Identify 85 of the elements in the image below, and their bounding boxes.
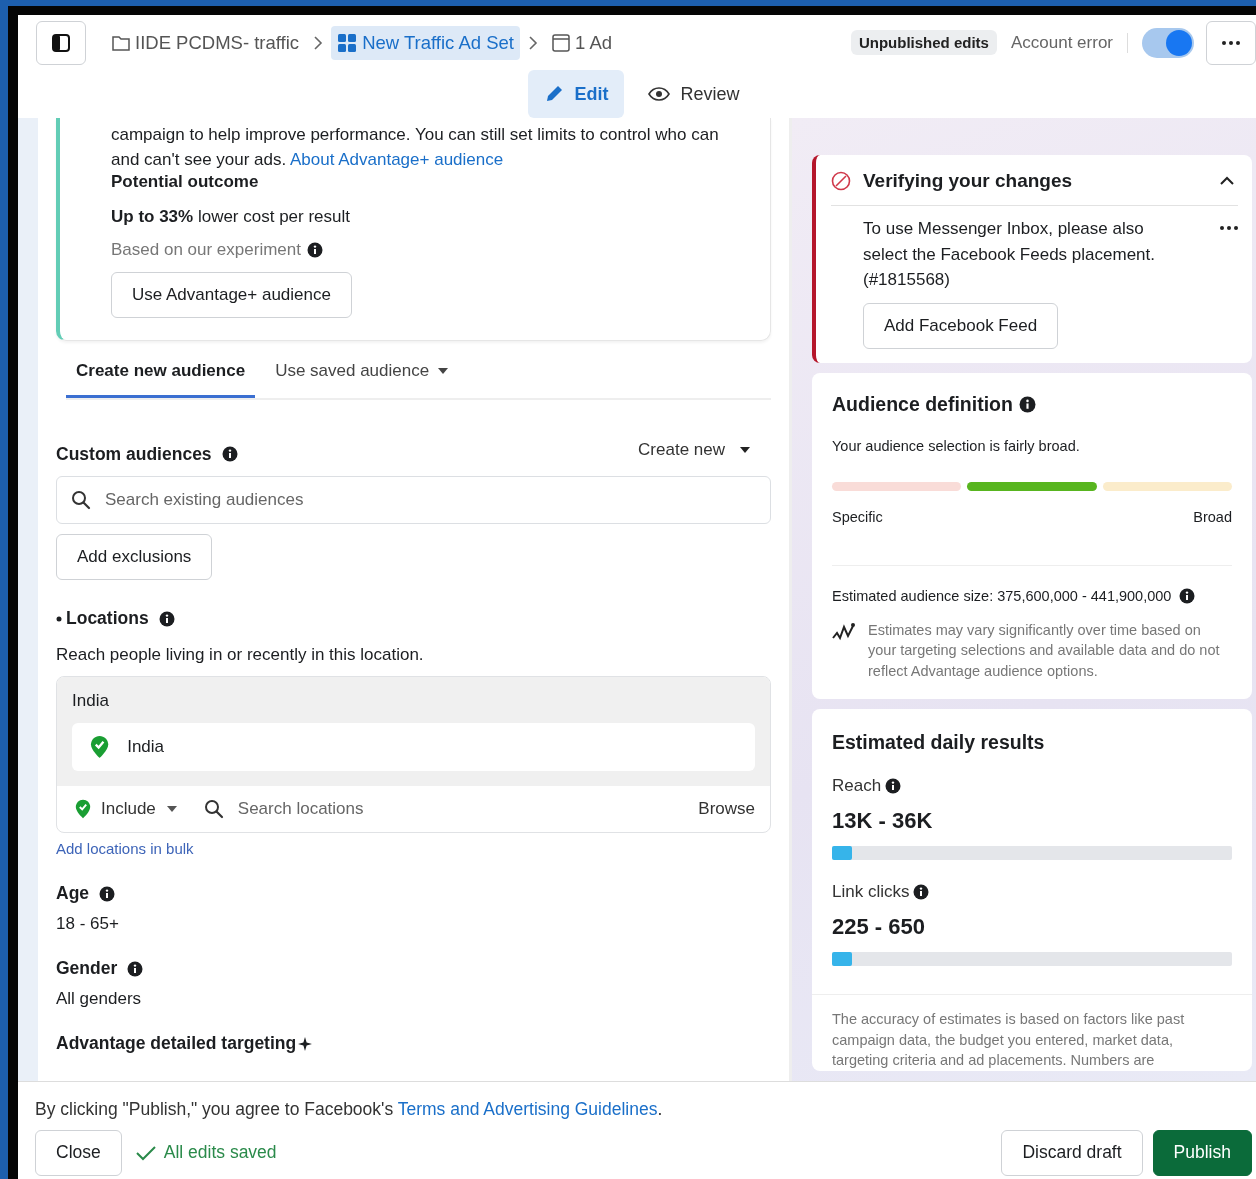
experiment-note: Based on our experiment [111, 240, 301, 260]
info-icon [99, 885, 116, 902]
mode-tab[interactable]: Edit [528, 70, 625, 118]
info-icon [127, 960, 144, 977]
error-icon [831, 170, 851, 191]
add-feed-button[interactable]: Add Facebook Feed [863, 302, 1059, 349]
toggle-switch[interactable] [1142, 27, 1194, 58]
chevron-right-icon [313, 35, 324, 50]
breadcrumb-link[interactable]: IIDE PCDMS- traffic [106, 25, 306, 60]
publish-button[interactable]: Publish [1152, 1129, 1252, 1176]
section-title: Gender [56, 958, 118, 979]
section-title: Custom audiences [56, 443, 212, 465]
bulk-locations-link[interactable]: Add locations in bulk [56, 840, 194, 857]
ad-frame-icon [551, 33, 570, 52]
sidebar-panel-icon [51, 32, 71, 53]
terms-link[interactable]: Terms and Advertising Guidelines [397, 1098, 658, 1119]
caret-icon [165, 805, 178, 813]
meter-label: Specific [832, 508, 883, 525]
audience-tab[interactable]: Create new audience [66, 349, 256, 398]
info-icon [1018, 395, 1036, 413]
chevron-right-icon [527, 35, 538, 50]
info-icon [221, 446, 238, 462]
locations-description: Reach people living in or recently in this location. [56, 645, 425, 665]
about-link[interactable]: About Advantage+ audience [290, 150, 504, 169]
agreement-text: By clicking "Publish," you agree to Facebook's Terms and Advertising Guidelines. [35, 1098, 664, 1120]
age-value: 18 - 65+ [56, 914, 120, 934]
discard-draft-button[interactable]: Discard draft [1001, 1129, 1143, 1176]
info-icon [1179, 587, 1196, 604]
status-badge: Unpublished edits [850, 30, 997, 55]
location-item[interactable]: India [72, 723, 755, 771]
grid-icon [337, 32, 358, 53]
card-title: Audience definition [832, 392, 1013, 416]
ellipsis-icon[interactable] [1220, 226, 1238, 230]
search-field[interactable]: Search existing audiences [56, 476, 771, 524]
info-icon [306, 242, 323, 258]
outcome-text: Up to 33% lower cost per result [111, 207, 352, 227]
folder-icon [112, 34, 130, 51]
check-icon [135, 1144, 156, 1161]
audience-size: Estimated audience size: 375,600,000 - 441,900,000 [832, 587, 1172, 604]
location-search-field[interactable]: Search locations [237, 799, 364, 819]
browse-link[interactable]: Browse [698, 799, 755, 819]
card-title: Verifying your changes [863, 169, 1073, 192]
metric-value: 13K - 36K [832, 808, 934, 834]
search-icon [71, 490, 91, 510]
breadcrumb-link[interactable]: New Traffic Ad Set [331, 25, 520, 60]
error-message: To use Messenger Inbox, please also select the Facebook Feeds placement. (#1815568) [863, 218, 1156, 291]
ellipsis-icon [1222, 40, 1240, 45]
audience-summary: Your audience selection is fairly broad. [832, 437, 1081, 454]
section-title: Age [56, 883, 90, 904]
sidebar-toggle-button[interactable] [36, 20, 86, 65]
close-button[interactable]: Close [35, 1129, 122, 1176]
metric-label: Reach [832, 776, 882, 796]
accuracy-note: The accuracy of estimates is based on factors like past campaign data, the budget you entered, market data, targeting criteria and ad placements. Numbers are [832, 1010, 1186, 1070]
card-description: campaign to help improve performance. You can still set limits to control who can and can't see your ads. About Advantage+ audience [111, 124, 720, 171]
location-pin-icon [75, 799, 91, 819]
sparkle-icon [298, 1036, 313, 1051]
include-dropdown[interactable]: Include [75, 799, 178, 819]
chevron-up-icon [1220, 176, 1234, 185]
search-icon [203, 799, 224, 819]
add-exclusions-button[interactable]: Add exclusions [56, 534, 213, 580]
trend-line-icon [832, 621, 856, 642]
location-pin-icon [90, 735, 110, 759]
caret-icon [739, 446, 751, 454]
outcome-title: Potential outcome [111, 172, 260, 192]
breadcrumb-link[interactable]: 1 Ad [545, 25, 618, 60]
metric-label: Link clicks [832, 882, 910, 902]
use-advantage-button[interactable]: Use Advantage+ audience [111, 272, 352, 318]
section-title: Advantage detailed targeting [56, 1033, 297, 1054]
audience-tab[interactable]: Use saved audience [265, 349, 460, 398]
eye-icon [648, 87, 671, 101]
gender-value: All genders [56, 989, 143, 1009]
create-new-dropdown[interactable]: Create new [618, 440, 771, 468]
metric-value: 225 - 650 [832, 914, 926, 940]
estimate-disclaimer: Estimates may vary significantly over time based on your targeting selections and available data and do not reflect Advantage audience options. [868, 620, 1221, 681]
info-icon [885, 778, 902, 794]
info-icon [158, 610, 175, 627]
meter-label: Broad [1193, 508, 1232, 525]
account-status: Account error [1010, 32, 1128, 53]
pencil-icon [544, 84, 565, 104]
card-title: Estimated daily results [832, 731, 1045, 754]
info-icon [913, 884, 930, 900]
location-group-title: India [72, 691, 110, 711]
save-status: All edits saved [163, 1142, 277, 1163]
section-title: Locations [66, 608, 149, 629]
mode-tab[interactable]: Review [632, 70, 756, 118]
